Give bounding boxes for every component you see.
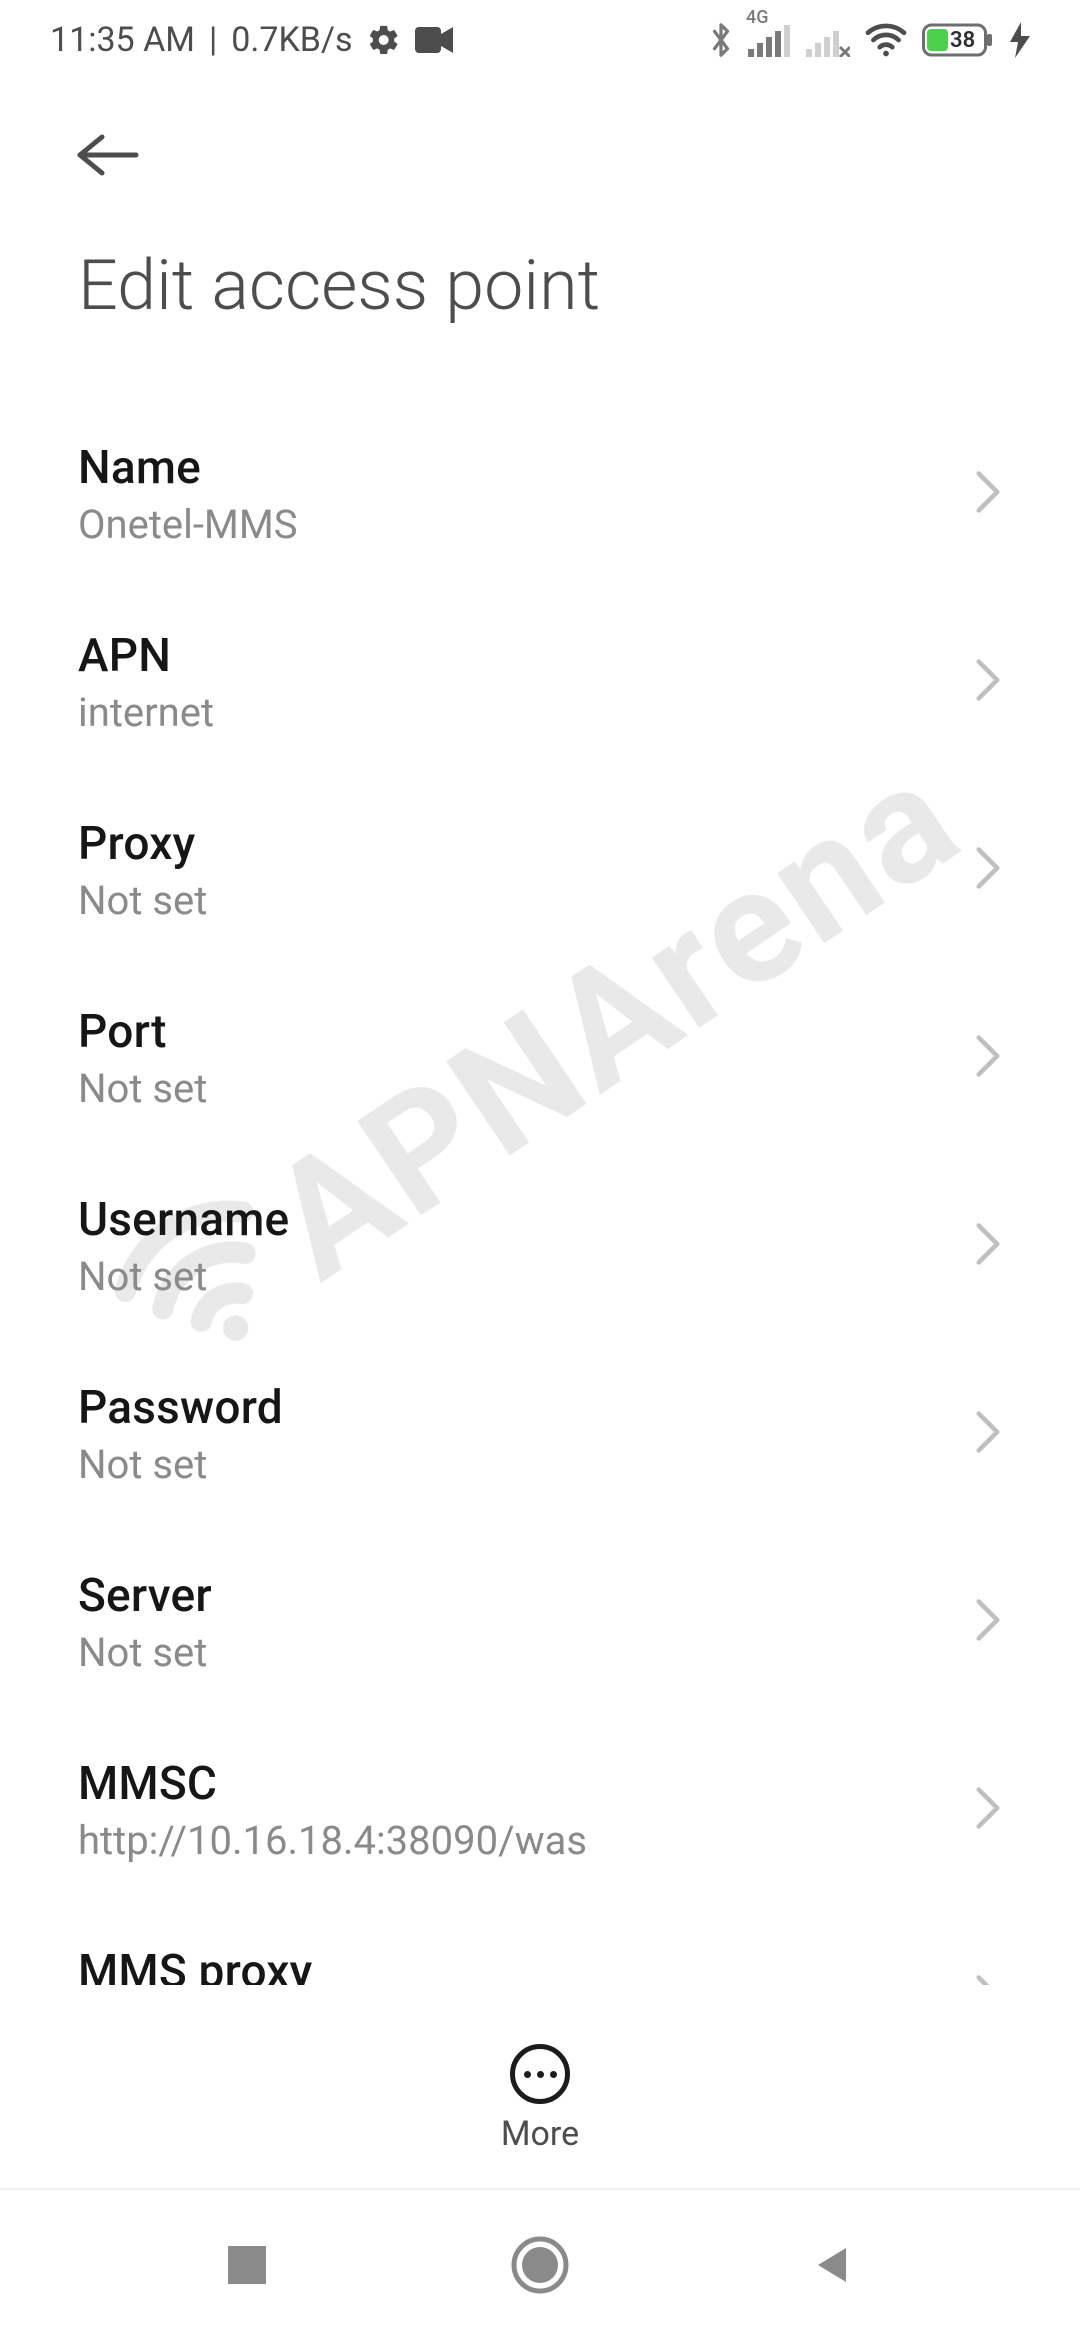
row-value: Not set xyxy=(78,877,207,924)
circle-icon xyxy=(511,2236,569,2294)
system-nav-bar xyxy=(0,2190,1080,2340)
chevron-right-icon xyxy=(974,1409,1002,1459)
chevron-right-icon xyxy=(974,1785,1002,1835)
row-label: Password xyxy=(78,1381,283,1435)
chevron-right-icon xyxy=(974,1033,1002,1083)
status-right: 4G 38 xyxy=(708,20,1030,60)
bluetooth-icon xyxy=(708,20,734,60)
row-label: MMS proxy xyxy=(78,1945,312,1986)
nav-back-button[interactable] xyxy=(793,2225,873,2305)
square-icon xyxy=(224,2242,270,2288)
chevron-right-icon xyxy=(974,845,1002,895)
dot-icon xyxy=(550,2071,557,2078)
row-label: Name xyxy=(78,441,298,495)
status-separator: | xyxy=(209,20,217,60)
chevron-right-icon xyxy=(974,469,1002,519)
row-label: Server xyxy=(78,1569,212,1623)
row-username[interactable]: Username Not set xyxy=(0,1152,1080,1340)
row-value: Not set xyxy=(78,1629,212,1676)
wifi-icon xyxy=(864,22,908,58)
dot-icon xyxy=(524,2071,531,2078)
row-label: MMSC xyxy=(78,1757,587,1811)
row-value: Not set xyxy=(78,1253,289,1300)
more-bar: More xyxy=(0,2010,1080,2190)
camera-icon xyxy=(415,27,453,53)
row-proxy[interactable]: Proxy Not set xyxy=(0,776,1080,964)
row-label: Port xyxy=(78,1005,207,1059)
row-value: http://10.16.18.4:38090/was xyxy=(78,1817,587,1864)
row-value: Onetel-MMS xyxy=(78,501,298,548)
row-mmsproxy[interactable]: MMS proxy 10.16.18.77 xyxy=(0,1904,1080,1985)
dot-icon xyxy=(537,2071,544,2078)
charging-icon xyxy=(1010,22,1030,58)
arrow-left-icon xyxy=(76,133,142,177)
cellular-4g-icon: 4G xyxy=(748,23,792,57)
chevron-right-icon xyxy=(974,1597,1002,1647)
status-bar: 11:35 AM | 0.7KB/s 4G xyxy=(0,0,1080,80)
row-value: Not set xyxy=(78,1441,283,1488)
nav-recent-button[interactable] xyxy=(207,2225,287,2305)
chevron-right-icon xyxy=(974,1221,1002,1271)
row-value: Not set xyxy=(78,1065,207,1112)
more-label: More xyxy=(501,2114,579,2154)
triangle-left-icon xyxy=(810,2242,856,2288)
page-title: Edit access point xyxy=(78,245,600,327)
settings-list: Name Onetel-MMS APN internet Proxy Not s… xyxy=(0,400,1080,1985)
chevron-right-icon xyxy=(974,657,1002,707)
status-left: 11:35 AM | 0.7KB/s xyxy=(50,20,453,60)
battery-icon: 38 xyxy=(922,22,996,58)
gear-icon xyxy=(367,23,401,57)
more-button[interactable] xyxy=(510,2044,570,2104)
cellular-nosim-icon xyxy=(806,23,850,57)
row-label: Username xyxy=(78,1193,289,1247)
back-button[interactable] xyxy=(76,115,156,195)
nav-home-button[interactable] xyxy=(500,2225,580,2305)
row-server[interactable]: Server Not set xyxy=(0,1528,1080,1716)
row-password[interactable]: Password Not set xyxy=(0,1340,1080,1528)
chevron-right-icon xyxy=(974,1973,1002,1985)
row-label: Proxy xyxy=(78,817,207,871)
row-value: internet xyxy=(78,689,214,736)
row-name[interactable]: Name Onetel-MMS xyxy=(0,400,1080,588)
status-time: 11:35 AM xyxy=(50,20,195,60)
row-port[interactable]: Port Not set xyxy=(0,964,1080,1152)
row-apn[interactable]: APN internet xyxy=(0,588,1080,776)
status-rate: 0.7KB/s xyxy=(231,20,352,60)
row-label: APN xyxy=(78,629,214,683)
row-mmsc[interactable]: MMSC http://10.16.18.4:38090/was xyxy=(0,1716,1080,1904)
